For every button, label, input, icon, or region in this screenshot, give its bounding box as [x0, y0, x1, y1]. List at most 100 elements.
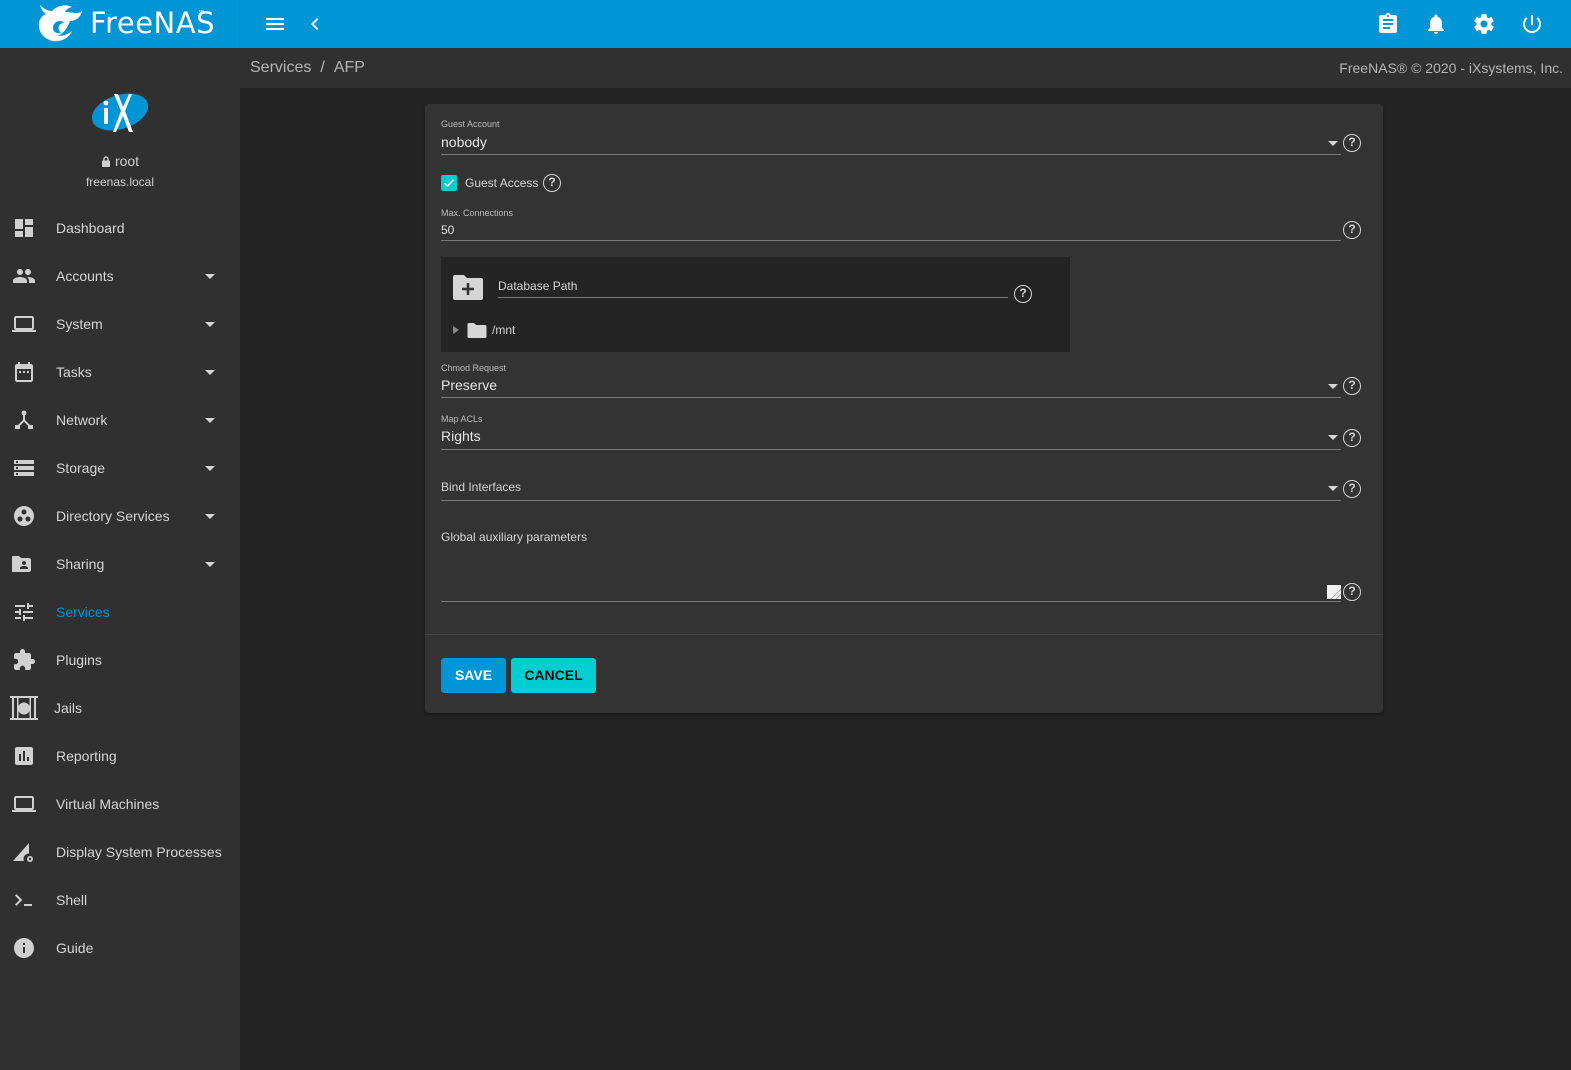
guest-account-help-icon[interactable]: ? [1343, 134, 1361, 152]
database-path-input[interactable] [498, 297, 1008, 298]
database-path-help-icon[interactable]: ? [1014, 285, 1032, 303]
sidebar: root freenas.local Dashboard Accounts Sy… [0, 48, 240, 1070]
sidebar-item-virtual-machines[interactable]: Virtual Machines [0, 780, 240, 828]
network-icon [12, 408, 36, 432]
sidebar-item-sharing[interactable]: Sharing [0, 540, 240, 588]
map-acls-label: Map ACLs [441, 414, 483, 424]
guest-account-value: nobody [441, 134, 487, 150]
sidebar-item-label: Reporting [56, 748, 117, 764]
sidebar-item-storage[interactable]: Storage [0, 444, 240, 492]
jail-icon [10, 696, 38, 720]
dropdown-arrow-icon [1328, 141, 1338, 146]
sidebar-item-label: Dashboard [56, 220, 125, 236]
sidebar-item-label: Directory Services [56, 508, 170, 524]
map-acls-help-icon[interactable]: ? [1343, 429, 1361, 447]
info-icon [12, 936, 36, 960]
brand-logo[interactable]: FreeNAS ™ [0, 0, 240, 48]
breadcrumb-afp: AFP [333, 59, 365, 76]
aux-params-label: Global auxiliary parameters [441, 530, 588, 544]
map-acls-select[interactable]: Map ACLs Rights [441, 413, 1341, 451]
menu-icon [266, 18, 284, 30]
sidebar-item-display-system-processes[interactable]: Display System Processes [0, 828, 240, 876]
hostname: freenas.local [85, 175, 155, 189]
guest-access-checkbox[interactable] [441, 175, 457, 191]
collapse-sidebar-button[interactable] [303, 12, 327, 36]
tune-icon [12, 600, 36, 624]
expand-arrow-icon[interactable] [453, 326, 459, 334]
save-button[interactable]: SAVE [441, 658, 506, 693]
storage-icon [12, 456, 36, 480]
guest-account-select[interactable]: Guest Account nobody [441, 118, 1341, 156]
power-button[interactable] [1520, 12, 1544, 36]
bell-icon [1428, 14, 1444, 34]
sidebar-item-directory-services[interactable]: Directory Services [0, 492, 240, 540]
breadcrumb-services[interactable]: Services [250, 59, 311, 76]
sidebar-item-dashboard[interactable]: Dashboard [0, 204, 240, 252]
tree-node-mnt[interactable]: /mnt [453, 321, 515, 339]
brand-trademark: ™ [198, 10, 204, 16]
guest-access-help-icon[interactable]: ? [543, 174, 561, 192]
chmod-request-help-icon[interactable]: ? [1343, 377, 1361, 395]
sidebar-item-tasks[interactable]: Tasks [0, 348, 240, 396]
sidebar-item-guide[interactable]: Guide [0, 924, 240, 972]
field-underline [441, 154, 1341, 155]
directory-icon [12, 504, 36, 528]
field-underline [441, 397, 1341, 398]
sidebar-item-reporting[interactable]: Reporting [0, 732, 240, 780]
chmod-request-value: Preserve [441, 377, 498, 393]
sidebar-item-services[interactable]: Services [0, 588, 240, 636]
aux-params-help-icon[interactable]: ? [1343, 583, 1361, 601]
sidebar-item-label: Jails [54, 700, 83, 716]
menu-toggle-button[interactable] [263, 12, 287, 36]
sidebar-item-shell[interactable]: Shell [0, 876, 240, 924]
username: root [114, 153, 140, 169]
guest-account-label: Guest Account [441, 119, 500, 129]
gear-icon [1474, 14, 1494, 35]
textarea-resize-handle[interactable] [1327, 585, 1342, 600]
sidebar-item-label: System [56, 316, 103, 332]
database-path-explorer: Database Path ? /mnt [441, 257, 1070, 352]
max-connections-value: 50 [441, 223, 455, 237]
copyright-text: FreeNAS® © 2020 - iXsystems, Inc. [1339, 60, 1563, 76]
calendar-icon [12, 360, 36, 384]
sidebar-item-label: Display System Processes [56, 844, 222, 860]
chart-icon [12, 744, 36, 768]
field-underline [441, 500, 1341, 501]
shared-folder-icon [11, 552, 36, 576]
form-divider [425, 634, 1383, 635]
cancel-button[interactable]: CANCEL [511, 658, 596, 693]
task-manager-button[interactable] [1376, 12, 1400, 36]
clipboard-icon [1379, 13, 1397, 33]
sidebar-item-network[interactable]: Network [0, 396, 240, 444]
max-connections-help-icon[interactable]: ? [1343, 221, 1361, 239]
sidebar-item-jails[interactable]: Jails [0, 684, 240, 732]
create-folder-icon[interactable] [453, 274, 483, 300]
notifications-button[interactable] [1424, 12, 1448, 36]
top-bar: FreeNAS ™ [0, 0, 1571, 48]
aux-params-textarea[interactable]: Global auxiliary parameters [441, 524, 1341, 604]
database-path-label: Database Path [498, 279, 578, 293]
chmod-request-select[interactable]: Chmod Request Preserve [441, 362, 1341, 400]
sidebar-nav: Dashboard Accounts System Tasks Network … [0, 204, 240, 972]
caret-down-icon [205, 514, 215, 519]
sidebar-item-label: Plugins [56, 652, 102, 668]
sidebar-item-accounts[interactable]: Accounts [0, 252, 240, 300]
bind-interfaces-help-icon[interactable]: ? [1343, 480, 1361, 498]
afp-settings-form: Guest Account nobody ? Guest Access ? Ma… [425, 104, 1383, 713]
bind-interfaces-select[interactable]: Bind Interfaces [441, 474, 1341, 502]
checkmark-icon [443, 179, 455, 188]
user-info: root [0, 153, 240, 169]
dropdown-arrow-icon [1328, 486, 1338, 491]
settings-button[interactable] [1472, 12, 1496, 36]
sidebar-item-label: Network [56, 412, 108, 428]
breadcrumb-bar: Services / AFP FreeNAS® © 2020 - iXsystems… [240, 48, 1571, 88]
laptop-icon [12, 312, 36, 336]
breadcrumb: Services / AFP [250, 59, 365, 77]
field-underline [441, 601, 1341, 602]
max-connections-input[interactable]: Max. Connections 50 [441, 207, 1341, 243]
sidebar-item-system[interactable]: System [0, 300, 240, 348]
caret-down-icon [205, 562, 215, 567]
sidebar-item-plugins[interactable]: Plugins [0, 636, 240, 684]
sidebar-item-label: Tasks [56, 364, 92, 380]
caret-down-icon [205, 322, 215, 327]
